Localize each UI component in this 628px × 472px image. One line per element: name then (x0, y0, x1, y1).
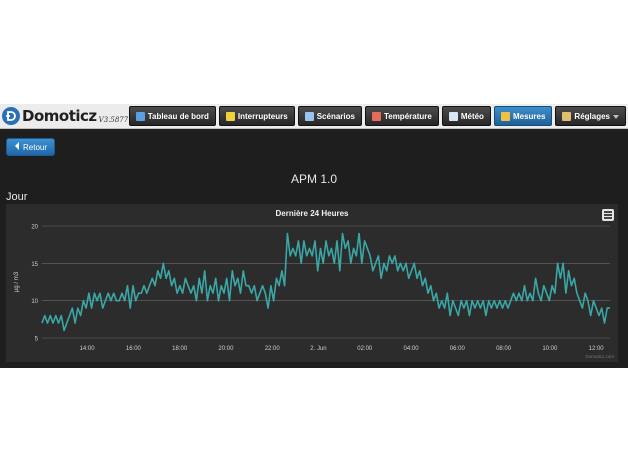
thermometer-icon (371, 111, 381, 121)
chart-menu-button[interactable] (602, 209, 614, 221)
scenes-icon (304, 111, 314, 121)
main-nav: Tableau de bord Interrupteurs Scénarios Tem… (128, 106, 626, 126)
app-version: V3.5877 (98, 115, 129, 124)
y-tick-label: 15 (31, 262, 38, 268)
nav-scenes[interactable]: Scénarios (297, 106, 362, 126)
y-tick-label: 5 (35, 337, 39, 343)
x-tick-label: 18:00 (172, 346, 188, 352)
x-tick-label: 22:00 (265, 346, 281, 352)
chevron-down-icon (613, 112, 619, 121)
x-tick-label: 02:00 (357, 346, 373, 352)
dashboard-icon (135, 111, 145, 121)
x-tick-label: 16:00 (126, 346, 142, 352)
utility-icon (500, 111, 510, 121)
x-tick-label: 10:00 (542, 346, 558, 352)
nav-label: Tableau de bord (147, 111, 209, 121)
menu-line (604, 214, 612, 216)
chart-panel: 5 10 15 20 14:00 16:00 18:00 20:00 22:00 2. Jun 02… (6, 204, 618, 362)
chevron-left-icon (14, 142, 20, 152)
x-tick-label: 06:00 (450, 346, 466, 352)
nav-label: Réglages (574, 111, 610, 121)
nav-label: Météo (460, 111, 484, 121)
series-line (41, 232, 610, 332)
top-navbar: Domoticz V3.5877 Tableau de bord Interrup… (0, 104, 628, 129)
weather-icon (448, 111, 458, 121)
x-tick-label: 20:00 (218, 346, 234, 352)
x-tick-label: 12:00 (589, 346, 605, 352)
chart-svg: 5 10 15 20 14:00 16:00 18:00 20:00 22:00 2. Jun 02… (14, 225, 614, 360)
x-tick-label: 08:00 (496, 346, 512, 352)
section-label: Jour (6, 191, 28, 203)
y-axis-label: µg / m3 (14, 271, 20, 292)
x-tick-label: 14:00 (80, 346, 96, 352)
app-name: Domoticz (22, 107, 97, 125)
menu-line (604, 217, 612, 219)
nav-utility[interactable]: Mesures (493, 106, 553, 126)
y-tick-label: 10 (31, 299, 38, 305)
domoticz-logo-icon (2, 107, 20, 125)
back-button[interactable]: Retour (6, 138, 56, 156)
nav-weather[interactable]: Météo (441, 106, 491, 126)
nav-dashboard[interactable]: Tableau de bord (128, 106, 216, 126)
chart-credit: Domoticz.com (585, 354, 614, 359)
nav-label: Scénarios (316, 111, 355, 121)
nav-label: Interrupteurs (237, 111, 288, 121)
x-tick-label: 04:00 (404, 346, 420, 352)
app-logo[interactable]: Domoticz V3.5877 (2, 106, 128, 126)
page-title: APM 1.0 (290, 172, 338, 186)
nav-tools[interactable]: Réglages (555, 106, 626, 126)
y-tick-label: 20 (31, 225, 38, 231)
nav-lightbulb[interactable]: Interrupteurs (218, 106, 295, 126)
nav-label: Mesures (512, 111, 546, 121)
back-button-label: Retour (23, 142, 48, 152)
nav-label: Température (383, 111, 432, 121)
menu-line (604, 211, 612, 213)
lightbulb-icon (225, 111, 235, 121)
app-window: Domoticz V3.5877 Tableau de bord Interrup… (0, 104, 628, 368)
nav-thermometer[interactable]: Température (364, 106, 439, 126)
tools-icon (562, 111, 572, 121)
chart-title: Dernière 24 Heures (275, 209, 349, 218)
x-tick-label: 2. Jun (310, 346, 326, 352)
